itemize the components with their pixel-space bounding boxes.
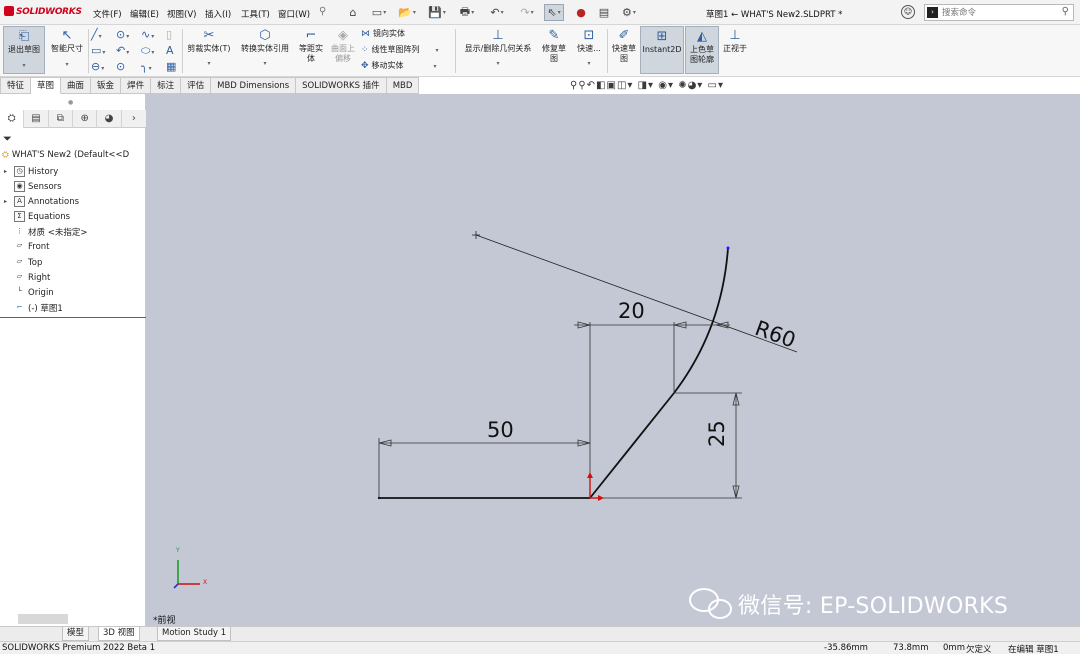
- status-product: SOLIDWORKS Premium 2022 Beta 1: [2, 643, 156, 653]
- arrow-head: [587, 472, 593, 478]
- arrow-head: [598, 495, 604, 501]
- bottom-tab-bar: 模型 3D 视图 Motion Study 1: [0, 626, 1080, 641]
- status-bar: SOLIDWORKS Premium 2022 Beta 1 -35.86mm …: [0, 641, 1080, 654]
- arc-endpoint[interactable]: [726, 246, 730, 250]
- watermark-text: 微信号: EP-SOLIDWORKS: [738, 594, 1009, 619]
- status-x-coordinate: -35.86mm: [824, 643, 868, 653]
- dimension-50[interactable]: 50: [487, 418, 514, 442]
- construction-line[interactable]: [475, 234, 798, 353]
- triad-z-axis: [173, 583, 179, 589]
- status-editing: 在编辑 草图1: [1008, 645, 1059, 654]
- view-name-label: *前视: [153, 616, 176, 626]
- triad-x-label: X: [203, 579, 208, 586]
- dimension-20[interactable]: 20: [618, 299, 645, 323]
- tab-3d-views[interactable]: 3D 视图: [98, 627, 140, 641]
- sketch-angled-line[interactable]: [589, 392, 675, 499]
- status-definition: 欠定义: [966, 645, 992, 654]
- sketch-arc[interactable]: [673, 247, 729, 394]
- solidworks-window: SOLIDWORKS 文件(F) 编辑(E) 视图(V) 插入(I) 工具(T)…: [0, 0, 1080, 654]
- status-y-coordinate: 73.8mm: [893, 643, 929, 653]
- tab-model[interactable]: 模型: [62, 627, 90, 641]
- triad-y-label: Y: [176, 547, 180, 554]
- dimension-25[interactable]: 25: [705, 417, 729, 447]
- wechat-icon: [689, 588, 719, 612]
- status-z-coordinate: 0mm: [943, 643, 965, 653]
- tab-motion-study-1[interactable]: Motion Study 1: [157, 627, 232, 641]
- sketch-drawing: [173, 231, 798, 619]
